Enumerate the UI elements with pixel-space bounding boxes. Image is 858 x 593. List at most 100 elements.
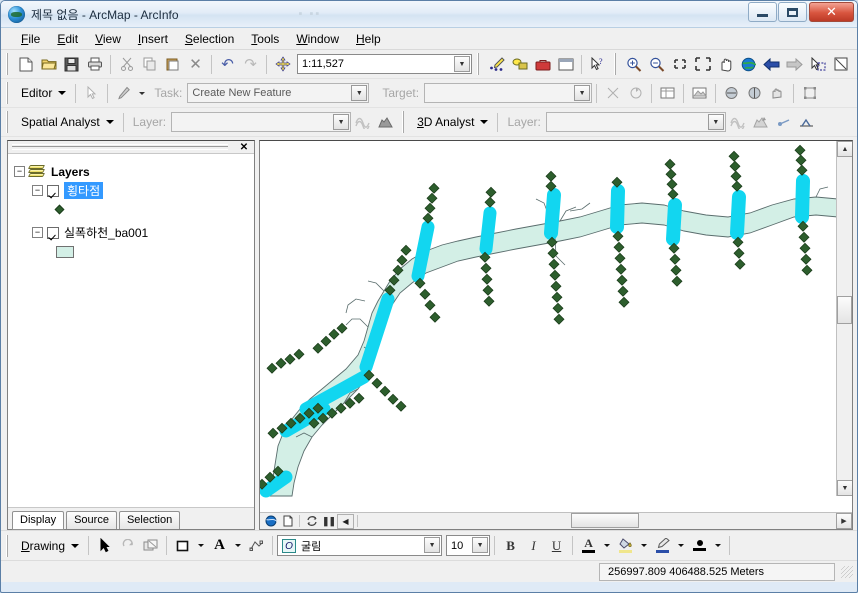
histogram-icon[interactable] (351, 111, 374, 133)
chevron-down-icon[interactable]: ▼ (472, 537, 489, 553)
command-line-icon[interactable] (554, 53, 577, 75)
expander-icon[interactable]: − (14, 166, 25, 177)
sketch-tool-icon[interactable] (112, 82, 135, 104)
toc-layer-1[interactable]: − 실폭하천_ba001 (14, 223, 248, 242)
expander-icon[interactable]: − (32, 227, 43, 238)
spatial-analyst-grip[interactable] (4, 111, 11, 133)
globe-view-icon[interactable] (262, 514, 279, 529)
topology-icon[interactable] (798, 82, 821, 104)
clear-selection-icon[interactable] (829, 53, 852, 75)
toc-root-node[interactable]: − Layers (14, 162, 248, 181)
menu-insert[interactable]: Insert (130, 30, 176, 48)
hscroll-right-button[interactable]: ▶ (836, 513, 852, 529)
tab-selection[interactable]: Selection (118, 511, 181, 529)
tab-source[interactable]: Source (66, 511, 117, 529)
font-size-combo[interactable]: 10 ▼ (446, 535, 491, 556)
new-rectangle-dropdown[interactable] (194, 535, 208, 557)
cut-icon[interactable] (115, 53, 138, 75)
go-back-extent-icon[interactable] (760, 53, 783, 75)
line-of-sight-icon[interactable] (772, 111, 795, 133)
attributes-icon[interactable] (656, 82, 679, 104)
drawing-order-icon[interactable] (139, 535, 162, 557)
font-name-combo[interactable]: O 굴림 ▼ (277, 535, 443, 556)
sketch-tool-dropdown[interactable] (135, 82, 149, 104)
new-map-icon[interactable] (14, 53, 37, 75)
steepest-path-icon[interactable] (749, 111, 772, 133)
menu-view[interactable]: View (87, 30, 129, 48)
menu-window[interactable]: Window (288, 30, 347, 48)
marker-color-icon[interactable] (688, 535, 711, 557)
analyst3d-menu-button[interactable]: 3D Analyst (410, 112, 493, 132)
fill-color-icon[interactable] (614, 535, 637, 557)
fixed-zoom-in-icon[interactable] (668, 53, 691, 75)
open-map-icon[interactable] (37, 53, 60, 75)
line-color-dropdown[interactable] (674, 535, 688, 557)
expander-icon[interactable]: − (32, 185, 43, 196)
select-features-icon[interactable] (806, 53, 829, 75)
scroll-down-button[interactable]: ▼ (837, 480, 852, 496)
analyst3d-grip[interactable] (400, 111, 408, 133)
chevron-down-icon[interactable]: ▼ (351, 85, 368, 101)
map-scale-combo[interactable]: 1:11,527 ▼ (297, 54, 472, 74)
zoom-in-icon[interactable] (622, 53, 645, 75)
toolbar-grip-3[interactable] (612, 53, 619, 75)
edit-tool-icon[interactable] (80, 82, 103, 104)
resume-drawing-icon[interactable]: ◀ (337, 513, 354, 529)
map-horizontal-scrollbar[interactable] (361, 513, 836, 529)
select-elements-icon[interactable] (93, 535, 116, 557)
fill-color-dropdown[interactable] (637, 535, 651, 557)
italic-button[interactable]: I (522, 535, 545, 557)
toc-titlebar[interactable]: ✕ (8, 141, 254, 154)
model-builder-icon[interactable] (508, 53, 531, 75)
toolbar-grip-2[interactable] (475, 53, 482, 75)
pause-drawing-icon[interactable]: ❚❚ (320, 514, 337, 529)
spatial-analyst-menu-button[interactable]: Spatial Analyst (14, 112, 119, 132)
layer-visibility-checkbox[interactable] (47, 184, 59, 197)
interpolate-line-icon[interactable] (795, 111, 818, 133)
toolbox-icon[interactable] (531, 53, 554, 75)
menu-selection[interactable]: Selection (177, 30, 242, 48)
menu-help[interactable]: Help (348, 30, 389, 48)
new-rectangle-icon[interactable] (171, 535, 194, 557)
toc-symbol-row-1[interactable] (14, 242, 248, 261)
editor-toolbar-icon[interactable] (485, 53, 508, 75)
rotate-element-icon[interactable] (116, 535, 139, 557)
font-color-icon[interactable]: A (577, 535, 600, 557)
menu-tools[interactable]: Tools (243, 30, 287, 48)
delete-icon[interactable]: ✕ (184, 53, 207, 75)
rotate-tool-icon[interactable] (624, 82, 647, 104)
new-text-dropdown[interactable] (231, 535, 245, 557)
redo-icon[interactable]: ↷ (239, 53, 262, 75)
toc-layer-0[interactable]: − 횡타점 (14, 181, 248, 200)
pan-icon[interactable] (714, 53, 737, 75)
task-combo[interactable]: Create New Feature ▼ (187, 83, 370, 103)
bold-button[interactable]: B (499, 535, 522, 557)
spatial-analyst-layer-combo[interactable]: ▼ (171, 112, 352, 132)
refresh-view-icon[interactable] (303, 514, 320, 529)
chevron-down-icon[interactable]: ▼ (454, 56, 470, 72)
scroll-up-button[interactable]: ▲ (837, 141, 852, 157)
drawing-menu-button[interactable]: Drawing (14, 536, 84, 556)
resize-grip-icon[interactable] (841, 565, 853, 578)
underline-button[interactable]: U (545, 535, 568, 557)
analyst3d-layer-combo[interactable]: ▼ (545, 112, 726, 132)
fixed-zoom-out-icon[interactable] (691, 53, 714, 75)
chevron-down-icon[interactable]: ▼ (424, 537, 441, 553)
page-layout-view-icon[interactable] (279, 514, 296, 529)
minimize-button[interactable] (748, 2, 777, 22)
editor-menu-button[interactable]: Editor (14, 83, 71, 103)
copy-icon[interactable] (138, 53, 161, 75)
surface-icon[interactable] (374, 111, 397, 133)
tab-display[interactable]: Display (12, 511, 65, 530)
menu-edit[interactable]: Edit (49, 30, 86, 48)
paste-icon[interactable] (161, 53, 184, 75)
toc-symbol-row-0[interactable] (14, 200, 248, 219)
zoom-out-icon[interactable] (645, 53, 668, 75)
contour-icon[interactable] (726, 111, 749, 133)
map-canvas[interactable]: ▲ ▼ (260, 141, 852, 512)
save-map-icon[interactable] (60, 53, 83, 75)
whats-this-icon[interactable]: ? (586, 53, 609, 75)
map-vertical-scrollbar[interactable]: ▲ ▼ (836, 141, 852, 496)
chevron-down-icon[interactable]: ▼ (574, 85, 591, 101)
sketch-properties-icon[interactable] (688, 82, 711, 104)
